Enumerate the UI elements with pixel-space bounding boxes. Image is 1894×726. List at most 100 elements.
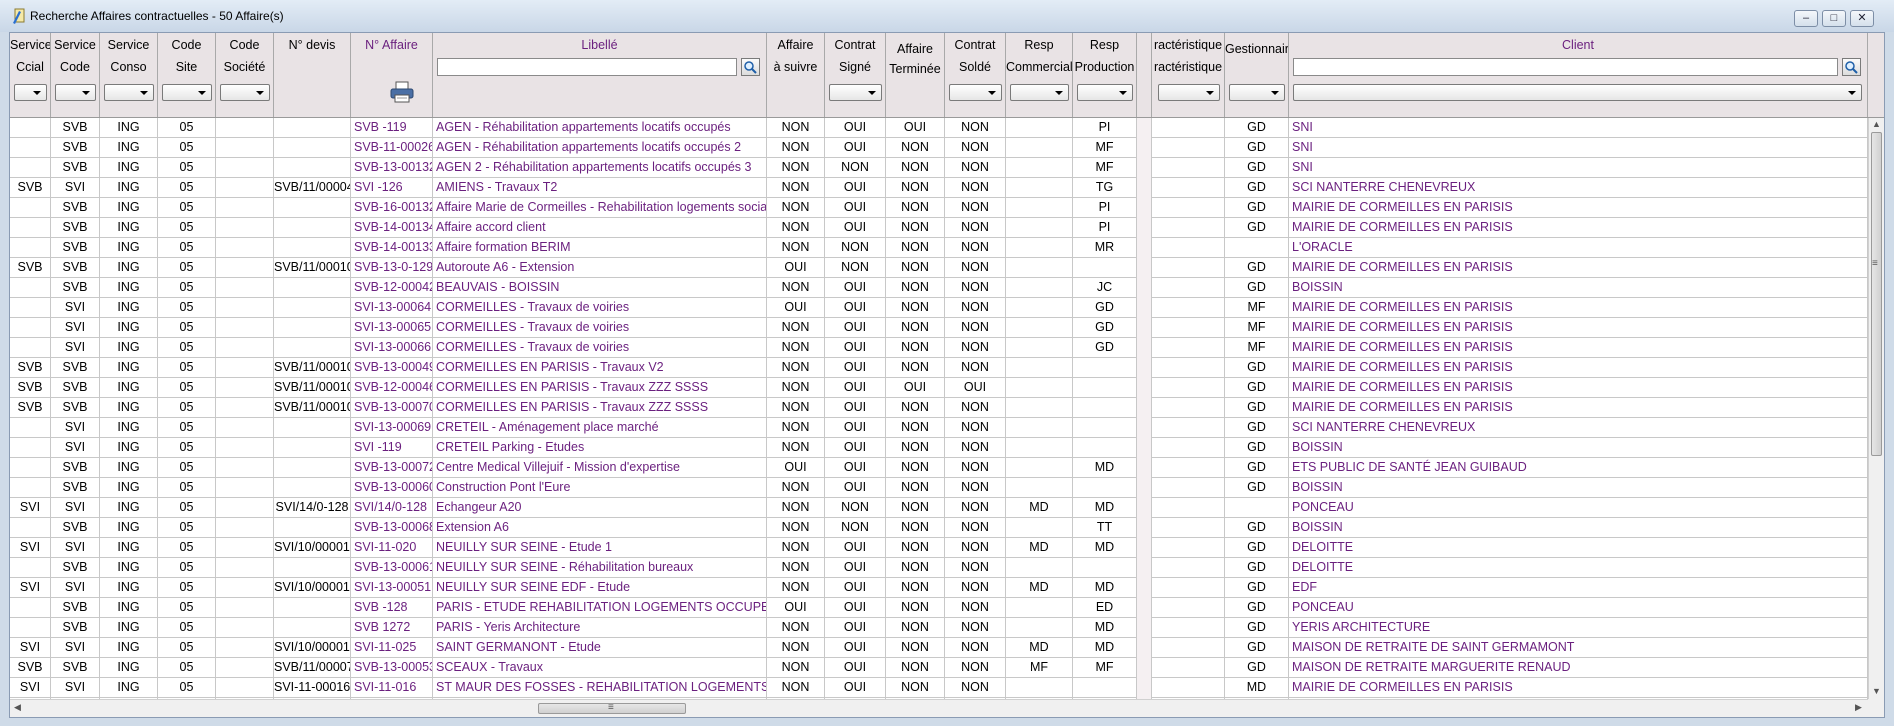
cell-aff[interactable]: SVI-13-00066 <box>351 338 433 358</box>
cell-lib[interactable]: Centre Medical Villejuif - Mission d'exp… <box>433 458 767 478</box>
cell-aff[interactable]: SVB-14-00133 <box>351 238 433 258</box>
cell-aff[interactable]: SVB-13-00072 <box>351 458 433 478</box>
cell-aff[interactable]: SVB-12-00046 <box>351 378 433 398</box>
cell-aff[interactable]: SVI-11-020 <box>351 538 433 558</box>
cell-aff[interactable]: SVB-13-00060 <box>351 478 433 498</box>
table-row[interactable]: SVB SVB ING 05 SVB/11/00010 SVB-12-00046 CORME… <box>10 378 1868 398</box>
cell-aff[interactable]: SVB -128 <box>351 598 433 618</box>
cell-client[interactable]: MAIRIE DE CORMEILLES EN PARISIS <box>1289 218 1868 238</box>
cell-client[interactable]: L'ORACLE <box>1289 238 1868 258</box>
cell-client[interactable]: MAIRIE DE CORMEILLES EN PARISIS <box>1289 378 1868 398</box>
cell-client[interactable]: MAISON DE RETRAITE MARGUERITE RENAUD <box>1289 658 1868 678</box>
table-row[interactable]: SVB SVI ING 05 SVB/11/00004 SVI -126 AMIENS - … <box>10 178 1868 198</box>
column-header-c1[interactable] <box>1137 33 1152 117</box>
cell-client[interactable]: ETS PUBLIC DE SANTÉ JEAN GUIBAUD <box>1289 458 1868 478</box>
cell-aff[interactable]: SVB-13-00132 <box>351 158 433 178</box>
table-row[interactable]: SVB ING 05 SVB 1272 PARIS - Yeris Architectu… <box>10 618 1868 638</box>
cell-lib[interactable]: CORMEILLES EN PARISIS - Travaux ZZZ SSSS <box>433 378 767 398</box>
cell-lib[interactable]: ST MAUR DES FOSSES - REHABILITATION LOGE… <box>433 678 767 698</box>
cell-aff[interactable]: SVI -119 <box>351 438 433 458</box>
vertical-scroll-thumb[interactable] <box>1871 132 1882 456</box>
minimize-button[interactable]: – <box>1794 10 1818 27</box>
table-row[interactable]: SVI ING 05 SVI -119 CRETEIL Parking - Etudes… <box>10 438 1868 458</box>
filter-search-input-lib[interactable] <box>437 58 737 76</box>
cell-client[interactable]: DELOITTE <box>1289 538 1868 558</box>
column-header-rprod[interactable]: Resp Production <box>1073 33 1137 117</box>
cell-lib[interactable]: Echangeur A20 <box>433 498 767 518</box>
cell-client[interactable]: MAIRIE DE CORMEILLES EN PARISIS <box>1289 338 1868 358</box>
cell-client[interactable]: BOISSIN <box>1289 518 1868 538</box>
table-row[interactable]: SVB ING 05 SVB-13-00060 Construction Pont l'… <box>10 478 1868 498</box>
table-row[interactable]: SVI SVI ING 05 SVI/10/00001 SVI-13-00051 NEUIL… <box>10 578 1868 598</box>
cell-aff[interactable]: SVB-11-00026 <box>351 138 433 158</box>
column-header-solde[interactable]: Contrat Soldé <box>945 33 1006 117</box>
cell-aff[interactable]: SVB 1272 <box>351 618 433 638</box>
column-header-sc[interactable]: Service Ccial <box>10 33 51 117</box>
cell-lib[interactable]: AMIENS - Travaux T2 <box>433 178 767 198</box>
column-header-gest[interactable]: Gestionnaire <box>1225 33 1289 117</box>
cell-client[interactable]: SNI <box>1289 138 1868 158</box>
cell-lib[interactable]: Affaire formation BERIM <box>433 238 767 258</box>
cell-aff[interactable]: SVI-11-025 <box>351 638 433 658</box>
filter-search-button-lib[interactable] <box>741 58 760 76</box>
column-header-lib[interactable]: Libellé <box>433 33 767 117</box>
column-header-scn[interactable]: Service Conso <box>100 33 158 117</box>
cell-aff[interactable]: SVB-13-0-129 <box>351 258 433 278</box>
filter-dropdown-scn[interactable] <box>104 84 154 101</box>
column-header-client[interactable]: Client <box>1289 33 1868 117</box>
cell-client[interactable]: MAIRIE DE CORMEILLES EN PARISIS <box>1289 358 1868 378</box>
table-row[interactable]: SVI ING 05 SVI-13-00066 CORMEILLES - Travaux… <box>10 338 1868 358</box>
column-header-sco[interactable]: Service Code <box>51 33 100 117</box>
table-row[interactable]: SVI ING 05 SVI-13-00064 CORMEILLES - Travaux… <box>10 298 1868 318</box>
cell-aff[interactable]: SVB-13-00049 <box>351 358 433 378</box>
table-row[interactable]: SVB ING 05 SVB-16-00132 Affaire Marie de Cor… <box>10 198 1868 218</box>
cell-lib[interactable]: CORMEILLES - Travaux de voiries <box>433 298 767 318</box>
table-row[interactable]: SVB ING 05 SVB-13-00068 Extension A6 NON NON NO… <box>10 518 1868 538</box>
maximize-button[interactable]: □ <box>1822 10 1846 27</box>
table-row[interactable]: SVB SVB ING 05 SVB/11/00010 SVB-13-00070 CORME… <box>10 398 1868 418</box>
table-row[interactable]: SVI SVI ING 05 SVI/14/0-128 SVI/14/0-128 Echan… <box>10 498 1868 518</box>
cell-client[interactable]: MAISON DE RETRAITE DE SAINT GERMAMONT <box>1289 638 1868 658</box>
cell-lib[interactable]: CRETEIL Parking - Etudes <box>433 438 767 458</box>
cell-client[interactable]: MAIRIE DE CORMEILLES EN PARISIS <box>1289 258 1868 278</box>
cell-lib[interactable]: CORMEILLES EN PARISIS - Travaux ZZZ SSSS <box>433 398 767 418</box>
cell-client[interactable]: BOISSIN <box>1289 438 1868 458</box>
cell-lib[interactable]: Extension A6 <box>433 518 767 538</box>
column-header-c2[interactable]: ractéristique ractéristique <box>1152 33 1225 117</box>
filter-dropdown-client[interactable] <box>1293 84 1862 101</box>
cell-aff[interactable]: SVI -126 <box>351 178 433 198</box>
scroll-up-icon[interactable]: ▲ <box>1872 119 1881 129</box>
cell-client[interactable]: PONCEAU <box>1289 498 1868 518</box>
cell-lib[interactable]: BEAUVAIS - BOISSIN <box>433 278 767 298</box>
cell-aff[interactable]: SVB-12-00042 <box>351 278 433 298</box>
cell-lib[interactable]: AGEN 2 - Réhabilitation appartements loc… <box>433 158 767 178</box>
filter-dropdown-soc[interactable] <box>220 84 270 101</box>
filter-search-input-client[interactable] <box>1293 58 1838 76</box>
table-row[interactable]: SVB ING 05 SVB -128 PARIS - ETUDE REHABILITA… <box>10 598 1868 618</box>
vertical-scrollbar[interactable]: ▲ ≡ ▼ <box>1868 118 1884 699</box>
filter-dropdown-gest[interactable] <box>1229 84 1285 101</box>
table-row[interactable]: SVB ING 05 SVB-14-00134 Affaire accord clien… <box>10 218 1868 238</box>
cell-aff[interactable]: SVI-13-00065 <box>351 318 433 338</box>
cell-client[interactable]: SNI <box>1289 118 1868 138</box>
close-button[interactable]: ✕ <box>1850 10 1874 27</box>
cell-lib[interactable]: PARIS - ETUDE REHABILITATION LOGEMENTS O… <box>433 598 767 618</box>
filter-dropdown-solde[interactable] <box>949 84 1002 101</box>
table-row[interactable]: SVB SVB ING 05 SVB/11/00007 SVB-13-00053 SCEAU… <box>10 658 1868 678</box>
print-button[interactable] <box>389 81 415 103</box>
cell-aff[interactable]: SVI/14/0-128 <box>351 498 433 518</box>
cell-client[interactable]: EDF <box>1289 578 1868 598</box>
table-row[interactable]: SVB ING 05 SVB-12-00042 BEAUVAIS - BOISSIN NO… <box>10 278 1868 298</box>
cell-client[interactable]: MAIRIE DE CORMEILLES EN PARISIS <box>1289 398 1868 418</box>
column-header-term[interactable]: Affaire Terminée <box>886 33 945 117</box>
cell-lib[interactable]: Affaire Marie de Cormeilles - Rehabilita… <box>433 198 767 218</box>
cell-aff[interactable]: SVB-13-00053 <box>351 658 433 678</box>
cell-client[interactable]: DELOITTE <box>1289 558 1868 578</box>
table-row[interactable]: SVI SVI ING 05 SVI-11-00016 SVI-11-016 ST MAUR… <box>10 678 1868 698</box>
filter-dropdown-c2[interactable] <box>1158 84 1220 101</box>
column-header-devis[interactable]: N° devis <box>274 33 351 117</box>
column-header-suivre[interactable]: Affaire à suivre <box>767 33 825 117</box>
cell-lib[interactable]: AGEN - Réhabilitation appartements locat… <box>433 138 767 158</box>
cell-aff[interactable]: SVB-13-00061 <box>351 558 433 578</box>
scroll-down-icon[interactable]: ▼ <box>1872 686 1881 696</box>
